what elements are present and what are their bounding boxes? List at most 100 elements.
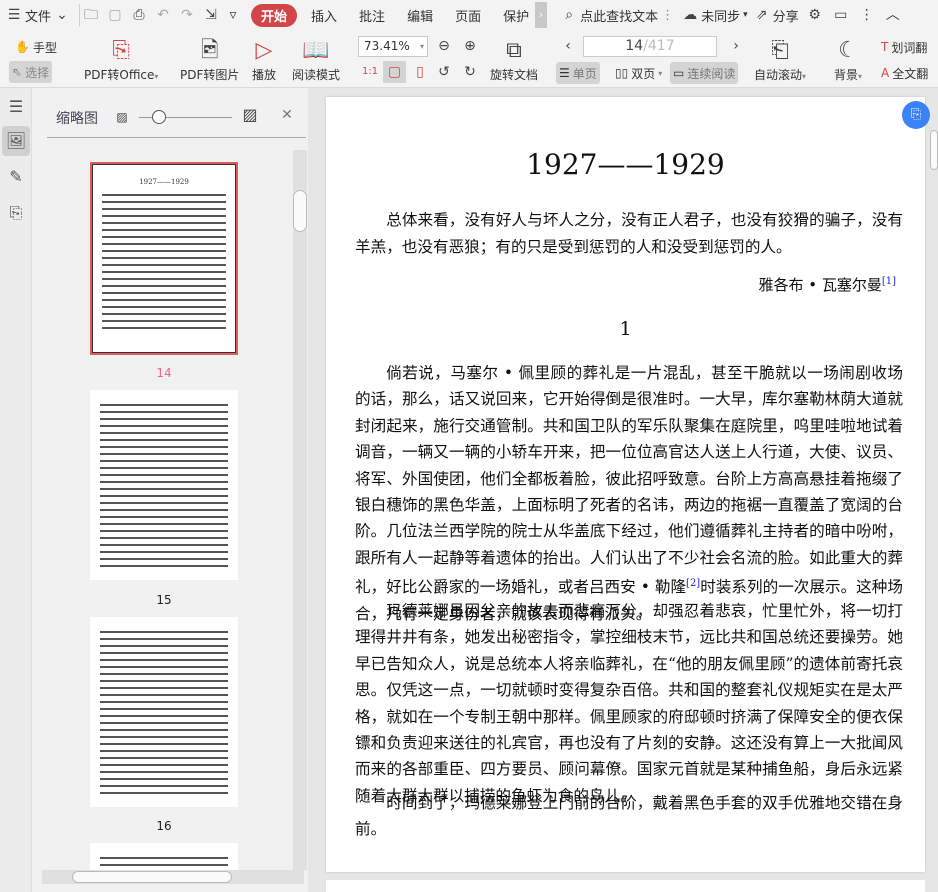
tab-comment[interactable]: 批注	[359, 6, 385, 25]
convert-icon[interactable]: ⎘	[2, 198, 30, 228]
fit-width-icon[interactable]: ▯	[412, 64, 428, 80]
book-icon: 📖	[302, 38, 330, 63]
open-icon[interactable]: 🗀	[83, 7, 99, 23]
single-page-button[interactable]: ☰ 单页	[556, 62, 600, 84]
double-page-button[interactable]: ▯▯ 双页 ▾	[612, 62, 665, 84]
thumbnail-icon[interactable]: 🖼	[2, 126, 30, 156]
word-translate-label: 划词翻	[891, 40, 928, 55]
tabs-scroll-button[interactable]: ›	[535, 2, 548, 28]
scrollbar-thumb[interactable]	[293, 190, 307, 232]
more-icon[interactable]: ⋮	[661, 8, 674, 23]
full-translate-button[interactable]: A 全文翻	[878, 62, 931, 84]
search-box[interactable]: ⌕ 点此查找文本 ⋮	[555, 0, 680, 30]
section-number: 1	[619, 318, 632, 340]
page-number-input[interactable]: 14/417	[583, 36, 717, 57]
paragraph-1-text-a: 倘若说，马塞尔 • 佩里顾的葬礼是一片混乱，甚至干脆就以一场闹剧收场的话，那么，…	[355, 364, 903, 597]
tab-insert[interactable]: 插入	[311, 6, 337, 25]
more-vertical-icon[interactable]: ⋮	[859, 7, 875, 23]
export-icon[interactable]: ⇲	[203, 7, 219, 23]
slider-handle[interactable]	[152, 110, 166, 124]
rotate-document-button[interactable]: ⧉ 旋转文档	[490, 36, 538, 83]
outline-icon[interactable]: ☰	[2, 92, 30, 122]
page-current: 14	[625, 38, 644, 54]
title-bar: ☰ 文件 ⌄ 🗀 ▢ ⎙ ↶ ↷ ⇲ ▿ 开始 插入 批注 编辑 页面 保护 › ⌕…	[0, 0, 938, 30]
share-icon: ⇗	[755, 7, 768, 23]
thumb-text	[100, 402, 228, 568]
rotate-left-icon[interactable]: ↺	[436, 64, 452, 80]
thumbnail-page-16[interactable]	[90, 617, 238, 807]
thumb-label: 14	[156, 366, 172, 380]
single-label: 单页	[572, 66, 597, 81]
thumb-text	[102, 192, 226, 332]
undo-icon[interactable]: ↶	[155, 7, 171, 23]
share-button[interactable]: ⇗ 分享	[750, 0, 803, 30]
pdf-to-image-button[interactable]: 🖻 PDF转图片	[180, 36, 239, 83]
more-dropdown-icon[interactable]: ▿	[225, 7, 241, 23]
redo-icon[interactable]: ↷	[179, 7, 195, 23]
float-convert-button[interactable]: ⎘	[902, 101, 930, 129]
zoom-in-icon[interactable]: ⊕	[462, 38, 478, 54]
pdf-office-icon: ⎘	[112, 38, 131, 63]
divider	[47, 137, 306, 138]
settings-icon[interactable]: ⚙	[807, 7, 823, 23]
close-icon[interactable]: ✕	[279, 107, 295, 123]
actual-size-icon[interactable]: 1:1	[362, 64, 378, 80]
rotate-doc-icon: ⧉	[506, 38, 522, 63]
hand-label: 手型	[32, 40, 57, 55]
vertical-scrollbar[interactable]	[293, 150, 307, 870]
tab-start[interactable]: 开始	[251, 3, 298, 27]
main-scrollbar-thumb[interactable]	[930, 130, 938, 170]
file-label: 文件	[25, 9, 52, 25]
thumb-text	[100, 629, 228, 795]
zoom-out-icon[interactable]: ⊖	[436, 38, 452, 54]
hand-tool[interactable]: ✋ 手型	[12, 36, 60, 58]
hscroll-thumb[interactable]	[72, 871, 232, 883]
pdf-office-label: PDF转Office	[84, 68, 155, 82]
zoom-select[interactable]: 73.41% ▾	[358, 36, 428, 57]
zoom-value: 73.41%	[364, 39, 410, 53]
search-input[interactable]: 点此查找文本	[580, 6, 658, 25]
small-image-icon[interactable]: ▨	[114, 109, 130, 125]
message-icon[interactable]: ▭	[833, 7, 849, 23]
collapse-icon[interactable]: ︿	[885, 7, 901, 23]
thumb-label: 15	[156, 593, 172, 607]
footnote-2-link[interactable]: [2]	[686, 578, 700, 589]
print-icon[interactable]: ⎙	[131, 7, 147, 23]
select-tool[interactable]: ⇖ 选择	[9, 61, 53, 83]
tab-page[interactable]: 页面	[455, 6, 481, 25]
save-icon[interactable]: ▢	[107, 7, 123, 23]
prev-page-icon[interactable]: ‹	[560, 38, 576, 54]
background-button[interactable]: ☾ 背景▾	[834, 36, 862, 83]
thumbnail-page-14[interactable]: 1927——1929	[90, 162, 238, 355]
paragraph-2: 玛德莱娜虽因父亲的故去而悲痛万分，却强忍着悲哀，忙里忙外，将一切打理得井井有条，…	[355, 602, 903, 805]
sync-button[interactable]: ☁ 未同步 ▾	[680, 0, 750, 30]
auto-scroll-button[interactable]: ⎗ 自动滚动▾	[754, 36, 806, 83]
continuous-icon: ▭	[673, 66, 685, 80]
play-button[interactable]: ▷ 播放	[252, 36, 276, 83]
chapter-title: 1927——1929	[526, 148, 725, 181]
file-menu[interactable]: ☰ 文件 ⌄	[0, 0, 76, 30]
fit-page-icon[interactable]: ▢	[383, 61, 406, 83]
read-mode-button[interactable]: 📖 阅读模式	[292, 36, 340, 83]
search-icon: ⌕	[565, 7, 574, 23]
attribution-text: 雅各布 • 瓦塞尔曼	[758, 276, 882, 294]
horizontal-scrollbar[interactable]	[42, 870, 304, 884]
auto-scroll-icon: ⎗	[771, 38, 789, 63]
continuous-read-button[interactable]: ▭ 连续阅读	[670, 62, 739, 84]
thumbnail-page-15[interactable]	[90, 390, 238, 580]
annotation-icon[interactable]: ✎	[2, 162, 30, 192]
tab-protect[interactable]: 保护	[503, 6, 529, 25]
image-icon: 🖻	[200, 38, 219, 63]
next-page-icon[interactable]: ›	[728, 38, 744, 54]
rotate-right-icon[interactable]: ↻	[462, 64, 478, 80]
word-translate-button[interactable]: T 划词翻	[878, 36, 930, 58]
play-icon: ▷	[255, 38, 273, 63]
large-image-icon[interactable]: ▨	[242, 107, 258, 123]
cloud-icon: ☁	[683, 7, 698, 23]
tab-edit[interactable]: 编辑	[407, 6, 433, 25]
paragraph-3: 时间到了，玛德莱娜登上门前的台阶，戴着黑色手套的双手优雅地交错在身前。	[355, 794, 903, 839]
pdf-to-office-button[interactable]: ⎘ PDF转Office▾	[84, 36, 158, 83]
footnote-1-link[interactable]: [1]	[882, 276, 896, 287]
select-label: 选择	[25, 65, 50, 80]
cursor-icon: ⇖	[12, 65, 23, 79]
